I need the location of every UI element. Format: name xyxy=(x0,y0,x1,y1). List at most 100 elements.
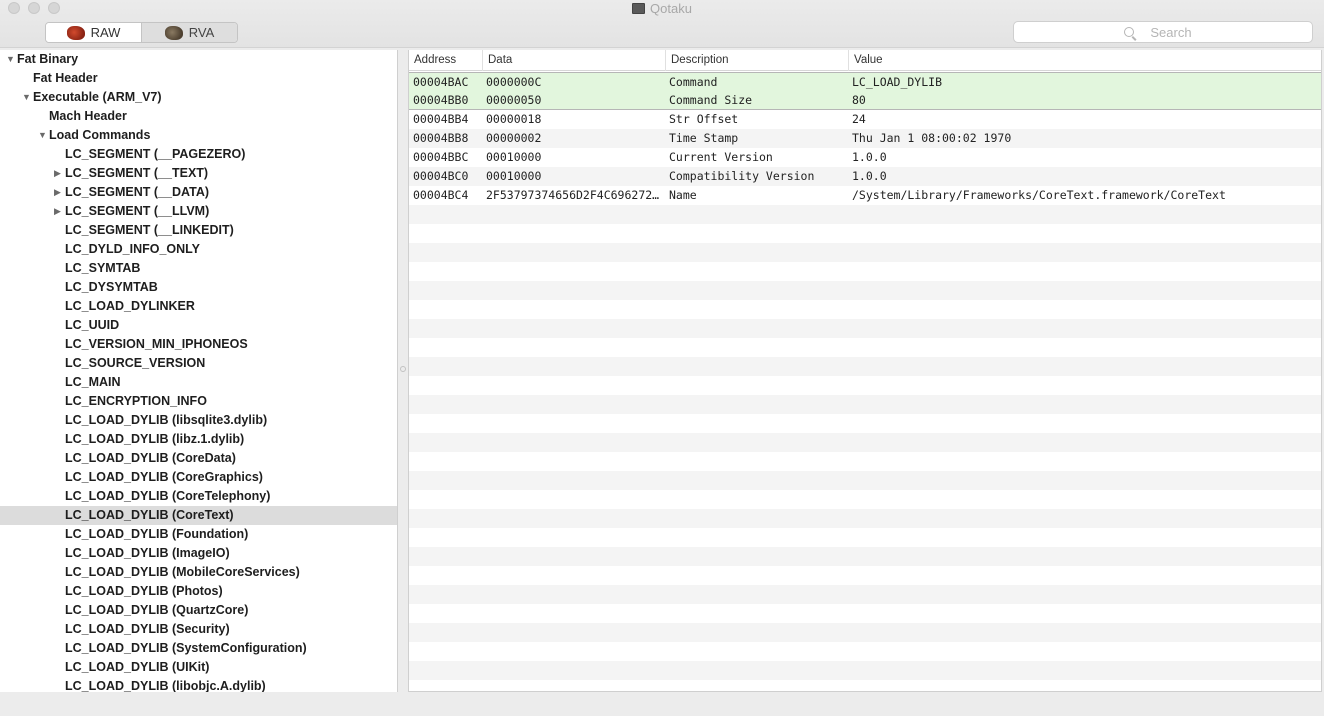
search-field[interactable] xyxy=(1013,21,1313,43)
tree-item-label: LC_LOAD_DYLIB (SystemConfiguration) xyxy=(65,639,307,658)
tree-item-name: LC_SEGMENT xyxy=(65,204,151,218)
tree-item[interactable]: LC_LOAD_DYLIB (MobileCoreServices) xyxy=(0,563,397,582)
disclosure-collapsed-icon[interactable]: ▶ xyxy=(54,164,64,183)
cell-data: 0000000C xyxy=(486,75,542,89)
tree-item-label: LC_LOAD_DYLIB (QuartzCore) xyxy=(65,601,248,620)
tree-item[interactable]: LC_LOAD_DYLIB (Security) xyxy=(0,620,397,639)
tree-item-name: LC_DYSYMTAB xyxy=(65,280,158,294)
tree-item[interactable]: ▶ LC_SEGMENT (__TEXT) xyxy=(0,164,397,183)
tree-item-label: Fat Header xyxy=(33,69,98,88)
tree-item[interactable]: LC_DYLD_INFO_ONLY xyxy=(0,240,397,259)
tree-item[interactable]: LC_LOAD_DYLIB (libobjc.A.dylib) xyxy=(0,677,397,692)
tree-item[interactable]: LC_LOAD_DYLIB (Photos) xyxy=(0,582,397,601)
tree-item[interactable]: ▼ Fat Binary xyxy=(0,50,397,69)
tree-item[interactable]: ▼ Load Commands xyxy=(0,126,397,145)
table-row[interactable]: 00004BC4 2F53797374656D2F4C69627261727 Nam… xyxy=(409,186,1321,205)
empty-row xyxy=(409,224,1321,243)
outline-tree[interactable]: ▼ Fat Binary Fat Header ▼ Executable (ARM_V7… xyxy=(0,50,398,692)
tree-item-detail: (libz.1.dylib) xyxy=(171,432,245,446)
cell-address: 00004BAC xyxy=(413,75,469,89)
cell-value: /System/Library/Frameworks/CoreText.fram… xyxy=(852,188,1226,202)
tree-item[interactable]: LC_LOAD_DYLIB (CoreTelephony) xyxy=(0,487,397,506)
table-row[interactable]: 00004BB0 00000050 Command Size 80 xyxy=(409,91,1321,110)
cell-description: Current Version xyxy=(669,150,773,164)
tree-item[interactable]: LC_MAIN xyxy=(0,373,397,392)
tree-item-detail: (QuartzCore) xyxy=(171,603,249,617)
cell-data: 2F53797374656D2F4C69627261727 xyxy=(486,188,663,202)
tree-item[interactable]: LC_LOAD_DYLIB (SystemConfiguration) xyxy=(0,639,397,658)
tree-item-name: LC_LOAD_DYLIB xyxy=(65,641,169,655)
document-icon xyxy=(632,3,646,14)
tree-item[interactable]: LC_DYSYMTAB xyxy=(0,278,397,297)
tree-item-label: LC_LOAD_DYLIB (CoreData) xyxy=(65,449,236,468)
tree-item-name: Mach Header xyxy=(49,109,127,123)
tree-item[interactable]: LC_LOAD_DYLIB (Foundation) xyxy=(0,525,397,544)
empty-row xyxy=(409,395,1321,414)
tree-item-label: LC_LOAD_DYLIB (CoreTelephony) xyxy=(65,487,270,506)
raw-icon xyxy=(66,25,85,40)
tree-item-label: Mach Header xyxy=(49,107,127,126)
tree-item[interactable]: LC_SEGMENT (__PAGEZERO) xyxy=(0,145,397,164)
tree-item-label: LC_DYSYMTAB xyxy=(65,278,158,297)
tree-item-name: LC_LOAD_DYLIB xyxy=(65,470,169,484)
tree-item-name: LC_LOAD_DYLIB xyxy=(65,679,169,692)
disclosure-expanded-icon[interactable]: ▼ xyxy=(38,126,48,145)
cell-address: 00004BC4 xyxy=(413,188,469,202)
tree-item[interactable]: LC_LOAD_DYLIB (QuartzCore) xyxy=(0,601,397,620)
tree-item[interactable]: LC_VERSION_MIN_IPHONEOS xyxy=(0,335,397,354)
tree-item-name: LC_LOAD_DYLIB xyxy=(65,584,169,598)
tree-item-name: LC_LOAD_DYLIB xyxy=(65,432,169,446)
tree-item[interactable]: LC_LOAD_DYLIB (CoreGraphics) xyxy=(0,468,397,487)
table-row[interactable]: 00004BC0 00010000 Compatibility Version 1.0… xyxy=(409,167,1321,186)
column-header-address[interactable]: Address xyxy=(409,50,482,71)
column-header-data[interactable]: Data xyxy=(482,50,665,71)
tree-item[interactable]: LC_LOAD_DYLIB (libsqlite3.dylib) xyxy=(0,411,397,430)
table-row[interactable]: 00004BBC 00010000 Current Version 1.0.0 xyxy=(409,148,1321,167)
table-row[interactable]: 00004BB4 00000018 Str Offset 24 xyxy=(409,110,1321,129)
tree-item[interactable]: LC_LOAD_DYLINKER xyxy=(0,297,397,316)
tree-item-name: LC_LOAD_DYLIB xyxy=(65,660,169,674)
raw-mode-button[interactable]: RAW xyxy=(46,23,141,42)
tree-item[interactable]: LC_LOAD_DYLIB (ImageIO) xyxy=(0,544,397,563)
tree-item-name: LC_LOAD_DYLIB xyxy=(65,527,169,541)
split-view-divider[interactable] xyxy=(398,50,408,692)
disclosure-collapsed-icon[interactable]: ▶ xyxy=(54,202,64,221)
tree-item[interactable]: Mach Header xyxy=(0,107,397,126)
tree-item-name: LC_LOAD_DYLIB xyxy=(65,508,169,522)
empty-row xyxy=(409,433,1321,452)
tree-item-label: LC_SEGMENT (__PAGEZERO) xyxy=(65,145,245,164)
tree-item[interactable]: LC_SEGMENT (__LINKEDIT) xyxy=(0,221,397,240)
tree-item-detail: (Photos) xyxy=(171,584,223,598)
tree-item[interactable]: LC_SOURCE_VERSION xyxy=(0,354,397,373)
tree-item[interactable]: ▶ LC_SEGMENT (__LLVM) xyxy=(0,202,397,221)
tree-item[interactable]: Fat Header xyxy=(0,69,397,88)
empty-row xyxy=(409,319,1321,338)
empty-row xyxy=(409,243,1321,262)
table-row[interactable]: 00004BAC 0000000C Command LC_LOAD_DYLIB xyxy=(409,72,1321,91)
empty-row xyxy=(409,205,1321,224)
disclosure-collapsed-icon[interactable]: ▶ xyxy=(54,183,64,202)
tree-item-name: LC_UUID xyxy=(65,318,120,332)
tree-item[interactable]: LC_ENCRYPTION_INFO xyxy=(0,392,397,411)
tree-item-detail: (__LINKEDIT) xyxy=(153,223,234,237)
tree-item[interactable]: LC_LOAD_DYLIB (CoreData) xyxy=(0,449,397,468)
table-row[interactable]: 00004BB8 00000002 Time Stamp Thu Jan 1 08:0… xyxy=(409,129,1321,148)
tree-item-label: LC_LOAD_DYLIB (Foundation) xyxy=(65,525,248,544)
tree-item[interactable]: LC_LOAD_DYLIB (CoreText) xyxy=(0,506,397,525)
tree-item[interactable]: ▼ Executable (ARM_V7) xyxy=(0,88,397,107)
tree-item[interactable]: LC_SYMTAB xyxy=(0,259,397,278)
tree-item[interactable]: LC_LOAD_DYLIB (UIKit) xyxy=(0,658,397,677)
rva-mode-button[interactable]: RVA xyxy=(141,23,237,42)
disclosure-expanded-icon[interactable]: ▼ xyxy=(6,50,16,69)
search-icon xyxy=(1124,27,1134,37)
tree-item-label: LC_MAIN xyxy=(65,373,121,392)
empty-row xyxy=(409,281,1321,300)
tree-item-label: LC_LOAD_DYLIB (ImageIO) xyxy=(65,544,230,563)
search-input[interactable] xyxy=(1014,22,1312,42)
tree-item[interactable]: LC_UUID xyxy=(0,316,397,335)
tree-item[interactable]: ▶ LC_SEGMENT (__DATA) xyxy=(0,183,397,202)
disclosure-expanded-icon[interactable]: ▼ xyxy=(22,88,32,107)
tree-item[interactable]: LC_LOAD_DYLIB (libz.1.dylib) xyxy=(0,430,397,449)
column-header-value[interactable]: Value xyxy=(848,50,1321,71)
column-header-description[interactable]: Description xyxy=(665,50,848,71)
